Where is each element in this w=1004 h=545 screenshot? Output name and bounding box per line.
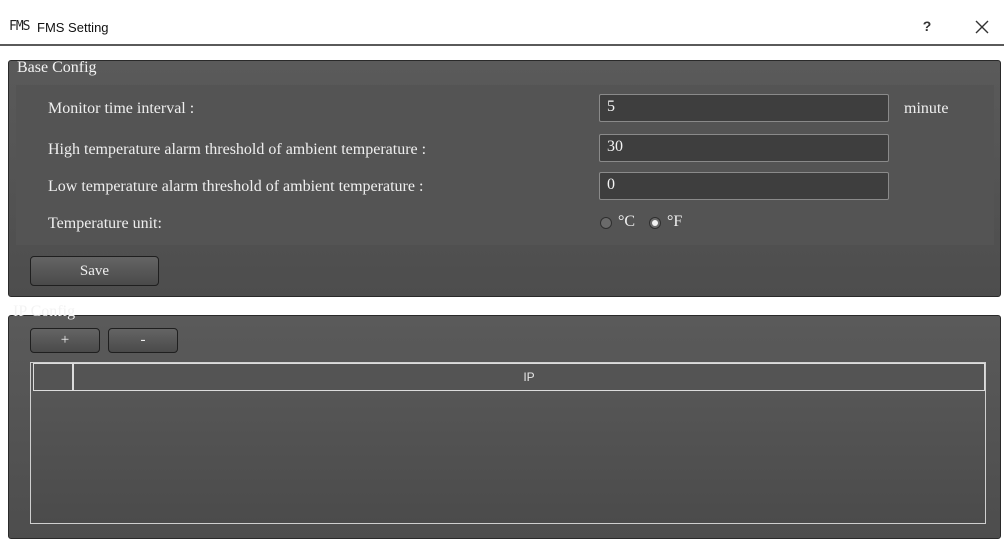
title-bar: FMS FMS Setting ?: [0, 0, 1004, 46]
remove-ip-button[interactable]: -: [108, 328, 178, 353]
help-button[interactable]: ?: [916, 15, 938, 37]
close-button[interactable]: [967, 12, 997, 40]
low-temp-label: Low temperature alarm threshold of ambie…: [48, 178, 424, 195]
monitor-interval-label: Monitor time interval :: [48, 100, 195, 117]
base-config-group: Base Config Monitor time interval : 5 mi…: [8, 59, 1001, 297]
high-temp-input[interactable]: 30: [599, 134, 889, 162]
save-button[interactable]: Save: [30, 256, 159, 286]
low-temp-input[interactable]: 0: [599, 172, 889, 200]
ip-config-title: IP Config: [13, 303, 76, 320]
temp-unit-label: Temperature unit:: [48, 215, 162, 232]
add-ip-button[interactable]: +: [30, 328, 100, 353]
celsius-label: °C: [618, 213, 636, 230]
monitor-interval-input[interactable]: 5: [599, 94, 889, 122]
ip-table-body: [31, 391, 985, 523]
fahrenheit-label: °F: [667, 213, 683, 230]
monitor-interval-unit: minute: [904, 100, 949, 117]
high-temp-label: High temperature alarm threshold of ambi…: [48, 141, 427, 158]
ip-column-header[interactable]: IP: [73, 363, 985, 391]
close-icon: [975, 20, 989, 34]
select-all-header[interactable]: [33, 363, 73, 391]
fahrenheit-radio[interactable]: [649, 217, 661, 229]
ip-table: IP: [30, 362, 986, 524]
celsius-radio[interactable]: [600, 217, 612, 229]
base-config-title: Base Config: [17, 59, 97, 76]
app-logo-icon: FMS: [9, 19, 31, 34]
window-title: FMS Setting: [37, 20, 109, 35]
